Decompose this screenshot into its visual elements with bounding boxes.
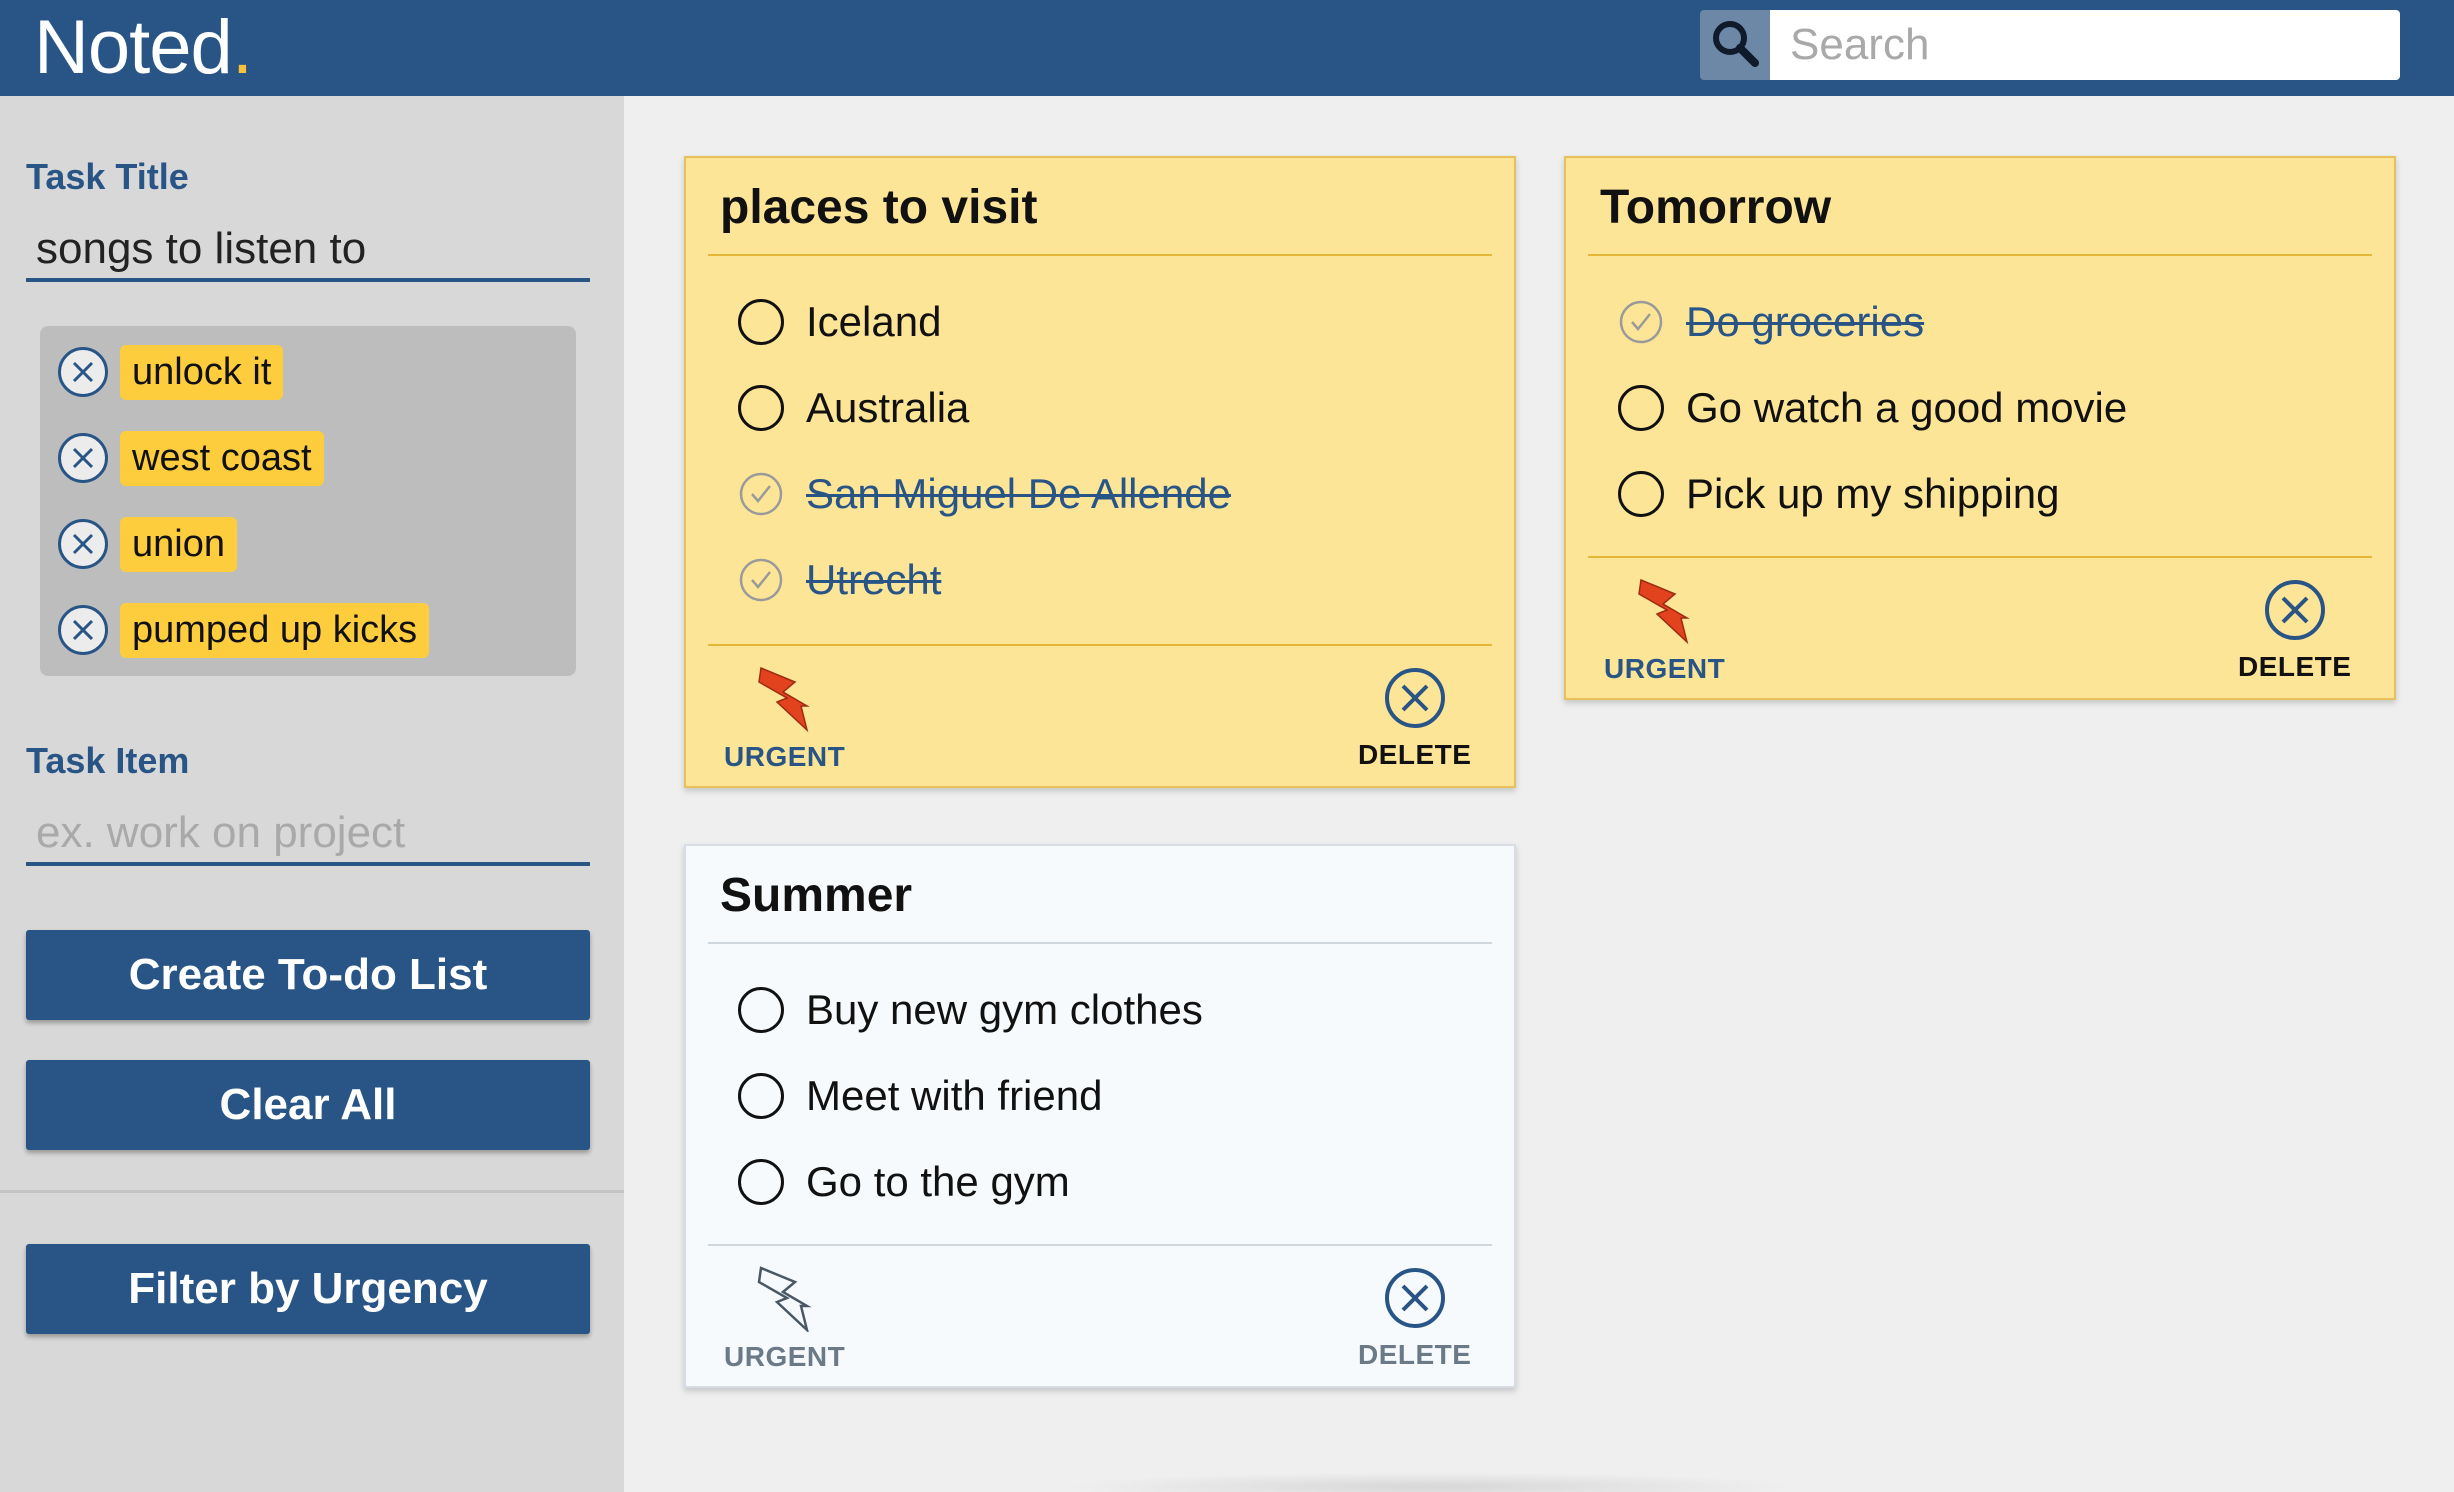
card-divider <box>708 644 1492 646</box>
unchecked-circle-icon[interactable] <box>738 1073 784 1119</box>
task-text: Australia <box>806 384 970 431</box>
lightning-icon <box>1637 578 1693 649</box>
search-button[interactable] <box>1700 10 1770 80</box>
sidebar-divider <box>0 1190 624 1193</box>
task-text: Go watch a good movie <box>1686 384 2128 431</box>
close-circle-icon[interactable] <box>58 519 108 569</box>
task-text: Go to the gym <box>806 1158 1070 1205</box>
card-title: places to visit <box>720 181 1038 234</box>
unchecked-circle-icon[interactable] <box>738 385 784 431</box>
close-circle-icon <box>1383 666 1447 735</box>
close-circle-icon <box>2263 578 2327 647</box>
lightning-outline-icon <box>757 1266 813 1337</box>
search-icon <box>1709 17 1761 74</box>
checked-circle-icon[interactable] <box>1618 299 1664 345</box>
draft-item: west coast <box>58 426 324 490</box>
task-item[interactable]: Pick up my shipping <box>1618 464 2060 524</box>
task-title-input[interactable] <box>26 220 590 282</box>
delete-button[interactable]: DELETE <box>1358 1266 1471 1371</box>
unchecked-circle-icon[interactable] <box>738 1159 784 1205</box>
task-item[interactable]: Go watch a good movie <box>1618 378 2127 438</box>
task-item[interactable]: Go to the gym <box>738 1152 1070 1212</box>
task-item[interactable]: Australia <box>738 378 969 438</box>
close-circle-icon[interactable] <box>58 605 108 655</box>
draft-item-label: pumped up kicks <box>120 602 430 658</box>
todo-card: places to visit Iceland Australia San Mi… <box>684 156 1516 788</box>
draft-item-label: union <box>120 516 237 572</box>
app-logo: Noted. <box>34 5 253 90</box>
card-divider <box>1588 556 2372 558</box>
todo-card: Tomorrow Do groceries Go watch a good mo… <box>1564 156 2396 700</box>
draft-item-label: unlock it <box>120 344 284 400</box>
close-circle-icon <box>1383 1266 1447 1335</box>
draft-item: pumped up kicks <box>58 598 430 662</box>
clear-all-button[interactable]: Clear All <box>26 1060 590 1150</box>
app-header: Noted. <box>0 0 2454 96</box>
checked-circle-icon[interactable] <box>738 557 784 603</box>
lightning-icon <box>757 666 813 737</box>
todo-card: Summer Buy new gym clothes Meet with fri… <box>684 844 1516 1388</box>
task-text: Pick up my shipping <box>1686 470 2060 517</box>
scroll-shadow <box>1060 1472 1800 1492</box>
task-text: Utrecht <box>806 556 942 603</box>
draft-item-label: west coast <box>120 430 324 486</box>
draft-item: union <box>58 512 237 576</box>
urgent-button[interactable]: URGENT <box>724 666 845 773</box>
unchecked-circle-icon[interactable] <box>738 299 784 345</box>
create-todo-button[interactable]: Create To-do List <box>26 930 590 1020</box>
draft-items-list: unlock it west coast union pumped up kic… <box>40 326 576 676</box>
task-item[interactable]: Iceland <box>738 292 941 352</box>
task-text: Meet with friend <box>806 1072 1103 1119</box>
task-title-label: Task Title <box>26 156 189 197</box>
task-item[interactable]: Meet with friend <box>738 1066 1102 1126</box>
sidebar: Task Title unlock it west coast union pu… <box>0 96 624 1492</box>
delete-button[interactable]: DELETE <box>1358 666 1471 771</box>
task-item[interactable]: Buy new gym clothes <box>738 980 1203 1040</box>
filter-urgency-button[interactable]: Filter by Urgency <box>26 1244 590 1334</box>
close-circle-icon[interactable] <box>58 433 108 483</box>
unchecked-circle-icon[interactable] <box>1618 471 1664 517</box>
unchecked-circle-icon[interactable] <box>738 987 784 1033</box>
urgent-button[interactable]: URGENT <box>724 1266 845 1373</box>
task-text: Iceland <box>806 298 942 345</box>
search-input[interactable] <box>1770 10 2400 80</box>
unchecked-circle-icon[interactable] <box>1618 385 1664 431</box>
card-title: Tomorrow <box>1600 181 1832 234</box>
card-divider <box>1588 254 2372 256</box>
card-divider <box>708 254 1492 256</box>
checked-circle-icon[interactable] <box>738 471 784 517</box>
delete-button[interactable]: DELETE <box>2238 578 2351 683</box>
task-text: San Miguel De Allende <box>806 470 1231 517</box>
close-circle-icon[interactable] <box>58 347 108 397</box>
card-divider <box>708 942 1492 944</box>
task-item-input[interactable] <box>26 804 590 866</box>
task-item[interactable]: Utrecht <box>738 550 941 610</box>
card-title: Summer <box>720 869 913 922</box>
task-item-label: Task Item <box>26 740 190 781</box>
task-text: Do groceries <box>1686 298 1925 345</box>
task-item[interactable]: San Miguel De Allende <box>738 464 1231 524</box>
task-text: Buy new gym clothes <box>806 986 1203 1033</box>
urgent-button[interactable]: URGENT <box>1604 578 1725 685</box>
card-divider <box>708 1244 1492 1246</box>
task-item[interactable]: Do groceries <box>1618 292 1924 352</box>
draft-item: unlock it <box>58 340 284 404</box>
